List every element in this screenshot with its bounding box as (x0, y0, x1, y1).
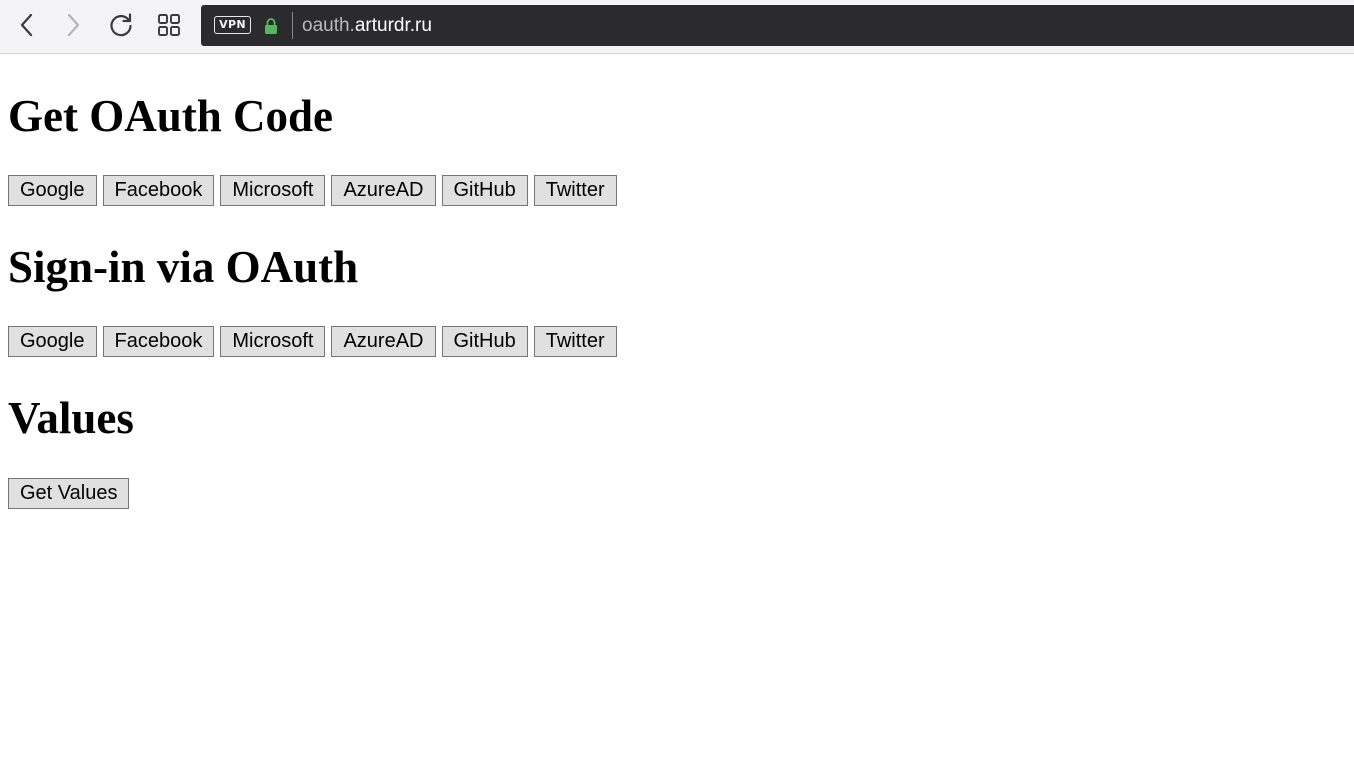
sign-in-google-button[interactable]: Google (8, 326, 97, 357)
vpn-badge[interactable]: VPN (214, 16, 251, 34)
sign-in-twitter-button[interactable]: Twitter (533, 326, 617, 357)
lock-icon[interactable] (263, 17, 279, 35)
sign-in-facebook-button[interactable]: Facebook (102, 326, 215, 357)
address-divider (292, 12, 293, 39)
sign-in-github-button[interactable]: GitHub (441, 326, 528, 357)
heading-get-oauth-code: Get OAuth Code (8, 91, 333, 141)
tabs-button[interactable] (153, 9, 185, 41)
back-button[interactable] (11, 9, 43, 41)
sign-in-button-group: Google Facebook Microsoft AzureAD GitHub… (8, 326, 617, 357)
browser-toolbar: VPN oauth.arturdr.ru (0, 0, 1354, 54)
reload-button[interactable] (105, 9, 137, 41)
reload-icon (110, 13, 132, 37)
heading-sign-in-via-oauth: Sign-in via OAuth (8, 242, 359, 292)
get-code-facebook-button[interactable]: Facebook (102, 175, 215, 206)
get-values-button[interactable]: Get Values (8, 478, 130, 509)
tabs-grid-icon (158, 14, 180, 36)
sign-in-azuread-button[interactable]: AzureAD (331, 326, 436, 357)
get-code-twitter-button[interactable]: Twitter (533, 175, 617, 206)
url-subdomain: oauth. (302, 15, 355, 36)
url-domain: arturdr.ru (354, 15, 432, 36)
get-code-button-group: Google Facebook Microsoft AzureAD GitHub… (8, 175, 617, 206)
get-code-github-button[interactable]: GitHub (441, 175, 528, 206)
values-button-group: Get Values (8, 478, 130, 509)
get-code-azuread-button[interactable]: AzureAD (331, 175, 436, 206)
forward-arrow-icon (67, 13, 80, 37)
heading-values: Values (8, 393, 134, 443)
address-bar[interactable]: VPN oauth.arturdr.ru (201, 5, 1354, 46)
get-code-microsoft-button[interactable]: Microsoft (220, 175, 326, 206)
sign-in-microsoft-button[interactable]: Microsoft (220, 326, 326, 357)
forward-button[interactable] (57, 9, 89, 41)
url-text[interactable]: oauth.arturdr.ru (302, 15, 432, 37)
get-code-google-button[interactable]: Google (8, 175, 97, 206)
back-arrow-icon (20, 13, 33, 37)
